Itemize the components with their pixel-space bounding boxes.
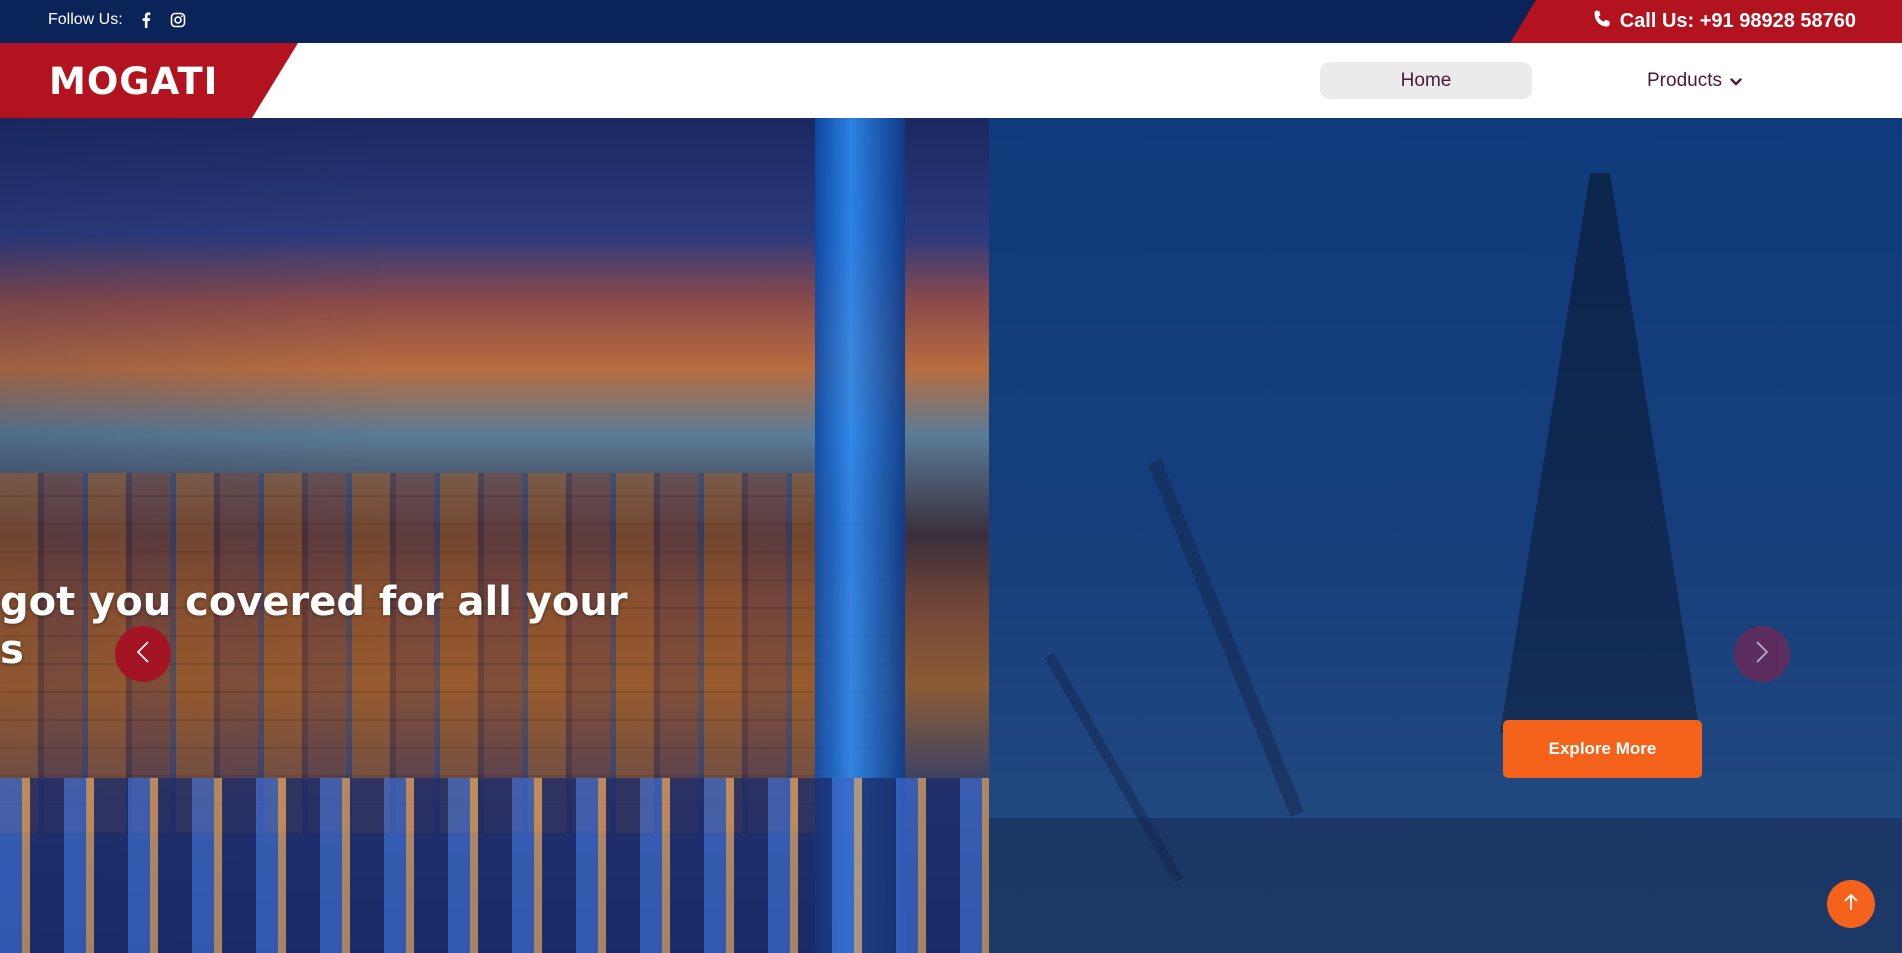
slider-prev-button[interactable] [115, 626, 171, 682]
hero-slide-container-ship [0, 118, 989, 953]
call-us-label: Call Us: +91 98928 58760 [1619, 10, 1856, 32]
arrow-up-icon [1843, 892, 1859, 917]
facebook-icon[interactable] [137, 11, 155, 29]
chevron-left-icon [136, 640, 150, 669]
chevron-down-icon [1730, 70, 1742, 92]
hero-headline-line-1: got you covered for all your [0, 579, 628, 625]
top-bar: Follow Us: Call Us: +91 98928 58760 [0, 0, 1902, 43]
hero-headline: got you covered for all your s [0, 578, 628, 674]
follow-us-label: Follow Us: [48, 11, 123, 28]
nav-home-label: Home [1400, 69, 1452, 91]
back-to-top-button[interactable] [1827, 880, 1875, 928]
hero-slider: got you covered for all your s Explore M… [0, 118, 1902, 953]
ship-lights-image [0, 778, 989, 953]
explore-more-label: Explore More [1548, 739, 1657, 758]
nav-products-label: Products [1647, 69, 1722, 91]
call-us-box[interactable]: Call Us: +91 98928 58760 [1510, 0, 1902, 43]
hero-headline-line-2: s [0, 627, 24, 673]
follow-us: Follow Us: [48, 0, 187, 40]
nav-item-products[interactable]: Products [1647, 62, 1742, 99]
crane-silhouette [1148, 459, 1304, 817]
chevron-right-icon [1755, 640, 1769, 669]
slider-next-button[interactable] [1734, 626, 1790, 682]
explore-more-button[interactable]: Explore More [1503, 720, 1702, 778]
hero-slide-oil-rig [989, 118, 1902, 953]
phone-icon [1592, 9, 1612, 35]
crane-silhouette [989, 818, 1902, 953]
nav-item-home[interactable]: Home [1320, 62, 1532, 99]
main-nav: Home Products [1320, 62, 1742, 99]
logo[interactable]: MOGATI [49, 60, 218, 103]
site-header: MOGATI Home Products [0, 43, 1902, 118]
instagram-icon[interactable] [169, 11, 187, 29]
